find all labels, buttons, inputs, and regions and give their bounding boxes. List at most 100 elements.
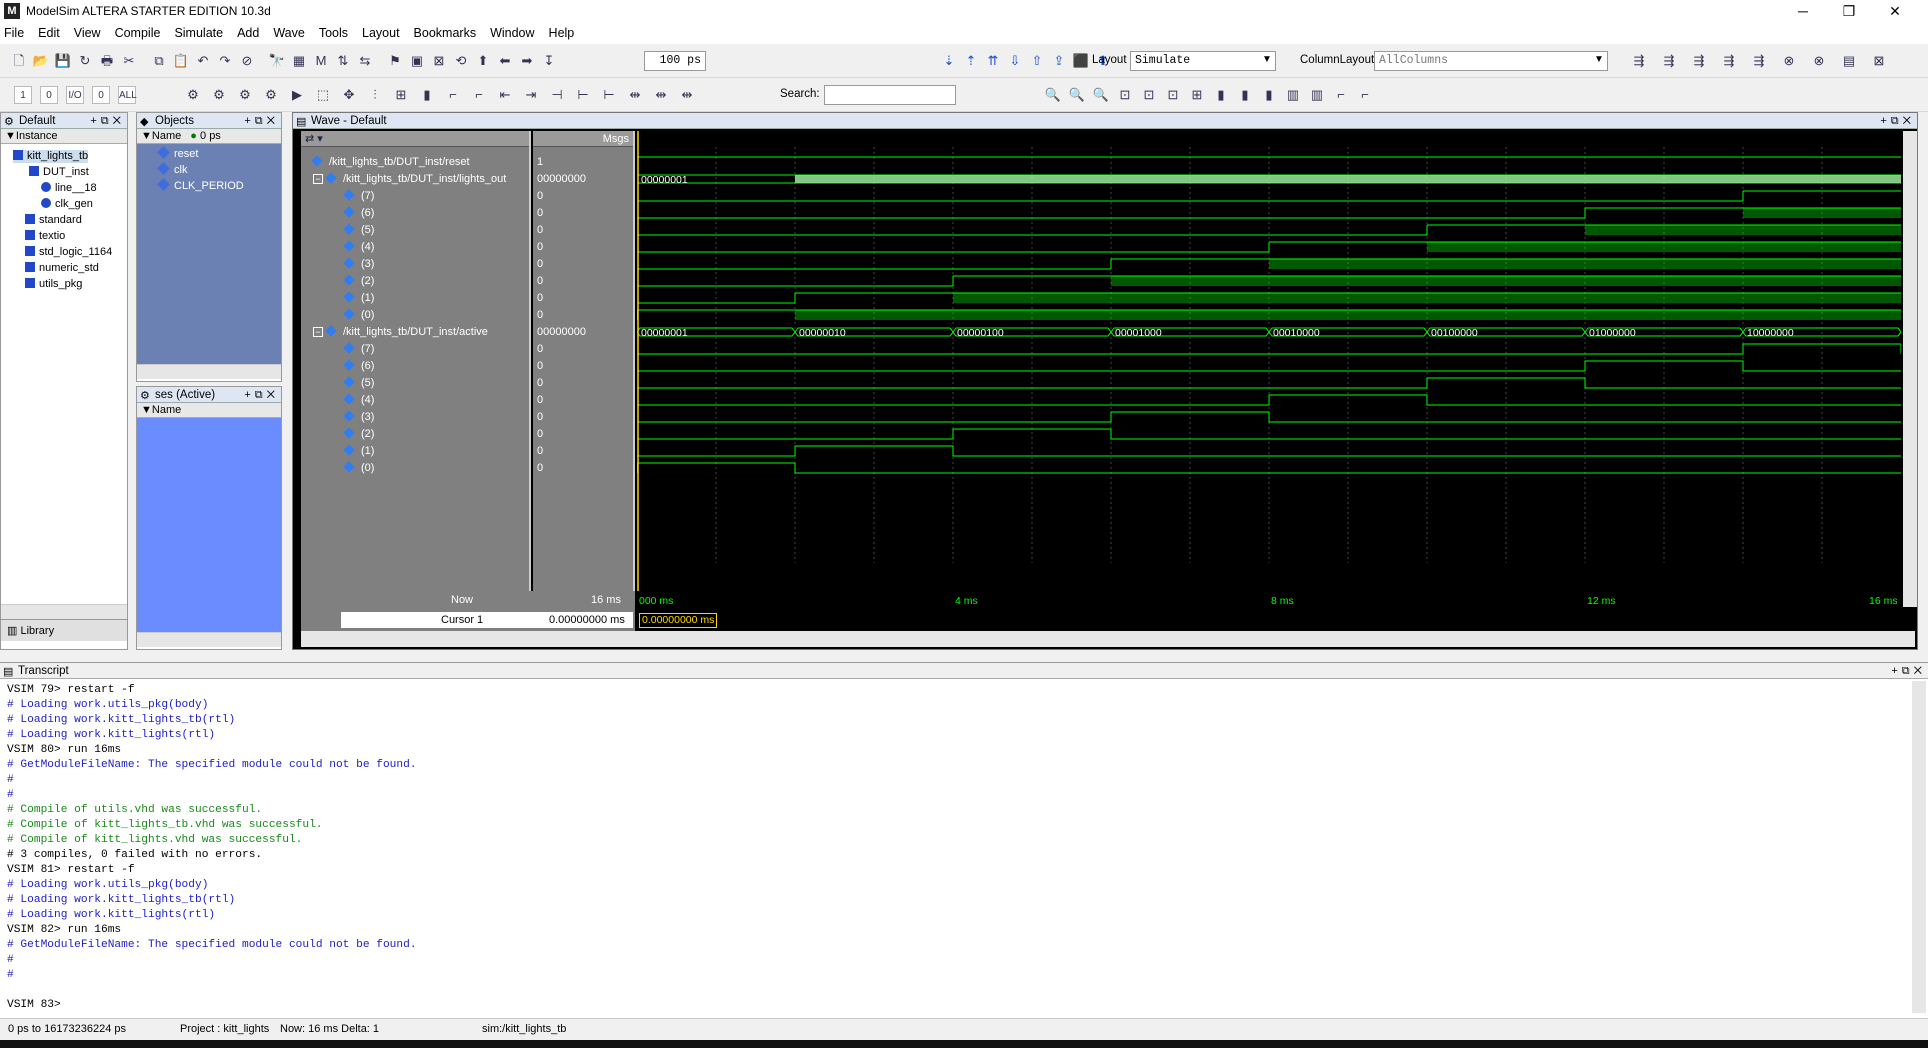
zoom-icon[interactable]: ⊞	[1188, 86, 1206, 104]
column-layout-select[interactable]: AllColumns	[1374, 51, 1608, 71]
step-icon[interactable]: ⇩	[1006, 52, 1024, 70]
force-value-button[interactable]: ALL	[118, 86, 137, 104]
menu-compile[interactable]: Compile	[115, 26, 161, 40]
step-icon[interactable]: ⇪	[1050, 52, 1068, 70]
instance-item[interactable]: textio	[25, 230, 65, 243]
wave-tool-icon[interactable]: ⇥	[522, 86, 540, 104]
wave-tool-icon[interactable]: ⊢	[574, 86, 592, 104]
wave-signal-name[interactable]: − /kitt_lights_tb/DUT_inst/active	[313, 325, 488, 339]
toolbar-icon[interactable]: ⇶	[1660, 52, 1678, 70]
zoom-icon[interactable]: ⌐	[1356, 86, 1374, 104]
wave-signal-name[interactable]: (5)	[343, 376, 374, 390]
menu-help[interactable]: Help	[549, 26, 575, 40]
zoom-icon[interactable]: 🔍	[1044, 86, 1062, 104]
run-length-field[interactable]: 100 ps	[644, 51, 706, 71]
zoom-icon[interactable]: ⊡	[1140, 86, 1158, 104]
wave-signal-name[interactable]: (4)	[343, 393, 374, 407]
wave-tool-icon[interactable]: ⚙	[236, 86, 254, 104]
force-value-button[interactable]: 0	[40, 86, 58, 104]
chevron-down-icon[interactable]: ▼	[1594, 54, 1604, 65]
wave-signal-name[interactable]: (6)	[343, 359, 374, 373]
toolbar-icon[interactable]: ↧	[540, 52, 558, 70]
object-item[interactable]: reset	[157, 146, 198, 161]
wave-tool-icon[interactable]: ✥	[340, 86, 358, 104]
zoom-icon[interactable]: ▮	[1212, 86, 1230, 104]
wave-tool-icon[interactable]: ⊢	[600, 86, 618, 104]
cursor-label[interactable]: Cursor 1	[441, 614, 483, 626]
toolbar-icon[interactable]: 🗋	[10, 52, 28, 70]
wave-signal-name[interactable]: (2)	[343, 427, 374, 441]
toolbar-icon[interactable]: 🖶	[98, 52, 116, 70]
step-icon[interactable]: ⇧	[1028, 52, 1046, 70]
cursor-readout[interactable]: 0.00000000 ms	[639, 613, 718, 628]
toolbar-icon[interactable]: ⇶	[1750, 52, 1768, 70]
wave-signal-name[interactable]: (3)	[343, 410, 374, 424]
objects-time-field[interactable]: 0 ps	[200, 130, 221, 142]
processes-hscrollbar[interactable]	[137, 632, 281, 647]
wave-tool-icon[interactable]: ⚙	[184, 86, 202, 104]
toolbar-icon[interactable]: ⇅	[334, 52, 352, 70]
toolbar-icon[interactable]: ⇶	[1690, 52, 1708, 70]
wave-tool-icon[interactable]: ⇤	[496, 86, 514, 104]
tab-library[interactable]: ▥ Library	[1, 619, 127, 641]
menu-tools[interactable]: Tools	[319, 26, 348, 40]
objects-column-header[interactable]: ▼Name ● 0 ps	[137, 129, 281, 144]
step-icon[interactable]: ⇣	[940, 52, 958, 70]
instance-item[interactable]: numeric_std	[25, 262, 99, 275]
wave-tool-icon[interactable]: ⇹	[652, 86, 670, 104]
instance-item[interactable]: clk_gen	[41, 198, 93, 211]
step-icon[interactable]: ⇡	[962, 52, 980, 70]
toolbar-icon[interactable]: ⊗	[1810, 52, 1828, 70]
wave-signal-name[interactable]: (1)	[343, 291, 374, 305]
wave-tool-icon[interactable]: ⊣	[548, 86, 566, 104]
toolbar-icon[interactable]: ⇶	[1630, 52, 1648, 70]
objects-hscrollbar[interactable]	[137, 364, 281, 379]
collapse-icon[interactable]: −	[313, 174, 323, 184]
wave-signal-name[interactable]: (0)	[343, 461, 374, 475]
toolbar-icon[interactable]: ➡	[518, 52, 536, 70]
wave-tool-icon[interactable]: ⌐	[470, 86, 488, 104]
wave-signal-name[interactable]: (1)	[343, 444, 374, 458]
pane-controls[interactable]: +⧉✕	[244, 113, 279, 129]
wave-signal-name[interactable]: (5)	[343, 223, 374, 237]
chevron-down-icon[interactable]: ▼	[1262, 54, 1272, 65]
collapse-icon[interactable]: −	[313, 327, 323, 337]
wave-tool-icon[interactable]: ⚙	[262, 86, 280, 104]
wave-signal-name[interactable]: (7)	[343, 189, 374, 203]
toolbar-icon[interactable]: ⬆	[474, 52, 492, 70]
menu-layout[interactable]: Layout	[362, 26, 400, 40]
wave-signal-name[interactable]: (7)	[343, 342, 374, 356]
wave-tool-icon[interactable]: ⬚	[314, 86, 332, 104]
toolbar-icon[interactable]: ⬅	[496, 52, 514, 70]
menu-wave[interactable]: Wave	[273, 26, 305, 40]
wave-signal-name[interactable]: − /kitt_lights_tb/DUT_inst/lights_out	[313, 172, 506, 186]
transcript-vscrollbar[interactable]	[1912, 681, 1926, 1013]
instance-item[interactable]: standard	[25, 214, 82, 227]
wave-tool-icon[interactable]: ▮	[418, 86, 436, 104]
toolbar-icon[interactable]: ▤	[1840, 52, 1858, 70]
force-value-button[interactable]: 0	[92, 86, 110, 104]
toolbar-icon[interactable]: ⊘	[238, 52, 256, 70]
menu-add[interactable]: Add	[237, 26, 259, 40]
menu-edit[interactable]: Edit	[38, 26, 60, 40]
step-icon[interactable]: ⬛	[1072, 52, 1090, 70]
processes-column-header[interactable]: ▼Name	[137, 403, 281, 418]
zoom-icon[interactable]: ▮	[1260, 86, 1278, 104]
force-value-button[interactable]: 1	[14, 86, 32, 104]
toolbar-icon[interactable]: ⇆	[356, 52, 374, 70]
menu-bookmarks[interactable]: Bookmarks	[414, 26, 477, 40]
toolbar-icon[interactable]: ⊠	[430, 52, 448, 70]
object-item[interactable]: CLK_PERIOD	[157, 178, 244, 193]
wave-signal-name[interactable]: (3)	[343, 257, 374, 271]
toolbar-icon[interactable]: ↷	[216, 52, 234, 70]
force-value-button[interactable]: I/O	[66, 86, 84, 104]
menu-simulate[interactable]: Simulate	[174, 26, 223, 40]
zoom-icon[interactable]: 🔍	[1068, 86, 1086, 104]
wave-vscrollbar[interactable]	[1903, 131, 1917, 607]
pane-controls[interactable]: +⧉✕	[90, 113, 125, 129]
wave-tool-icon[interactable]: ⚙	[210, 86, 228, 104]
menu-file[interactable]: File	[4, 26, 24, 40]
toolbar-icon[interactable]: ↻	[76, 52, 94, 70]
toolbar-icon[interactable]: ⇶	[1720, 52, 1738, 70]
layout-select[interactable]: Simulate	[1130, 51, 1276, 71]
